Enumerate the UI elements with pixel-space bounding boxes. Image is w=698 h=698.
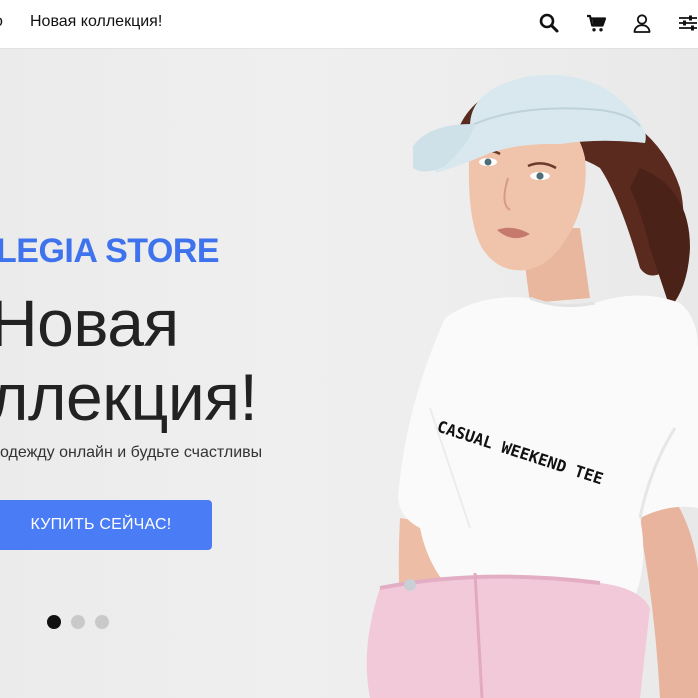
carousel-dots: [47, 615, 119, 634]
carousel-dot-2[interactable]: [71, 615, 85, 629]
search-icon[interactable]: [538, 12, 560, 34]
hero-title-line1: Новая: [0, 286, 179, 360]
top-header: о Новая коллекция!: [0, 0, 698, 48]
nav-link-new-collection[interactable]: Новая коллекция!: [30, 13, 162, 31]
brand-name: LEGIA STORE: [0, 232, 220, 270]
nav-link-partial[interactable]: о: [0, 13, 3, 31]
hero-subtitle: одежду онлайн и будьте счастливы: [0, 444, 263, 461]
hero-banner: CASUAL WEEKEND TEE LEGIA STORE Новая лле…: [0, 48, 698, 698]
user-icon[interactable]: [631, 12, 653, 34]
hero-title-line2: ллекция!: [0, 360, 258, 434]
hero-title: Новая ллекция!: [0, 286, 258, 434]
carousel-dot-1[interactable]: [47, 615, 61, 629]
filter-sliders-icon[interactable]: [677, 12, 698, 34]
buy-now-button[interactable]: КУПИТЬ СЕЙЧАС!: [0, 500, 212, 550]
cart-icon[interactable]: [585, 12, 607, 34]
carousel-dot-3[interactable]: [95, 615, 109, 629]
